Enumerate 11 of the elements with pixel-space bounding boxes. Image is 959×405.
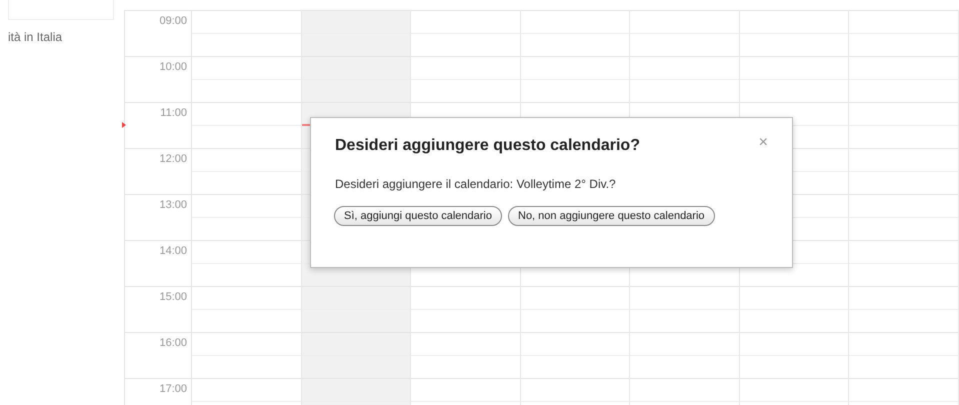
hour-label: 14:00 (159, 244, 188, 257)
hour-label: 11:00 (160, 106, 188, 119)
hour-label: 17:00 (159, 382, 188, 395)
dialog-title: Desideri aggiungere questo calendario? (335, 137, 640, 155)
hour-label: 09:00 (159, 14, 188, 27)
hour-label: 15:00 (159, 290, 188, 303)
hour-label: 10:00 (159, 60, 188, 73)
hour-label: 12:00 (159, 152, 188, 165)
dialog-message: Desideri aggiungere il calendario: Volleytime 2° Div.? (335, 177, 617, 191)
hour-label: 16:00 (159, 336, 188, 349)
hour-label: 13:00 (159, 198, 188, 211)
